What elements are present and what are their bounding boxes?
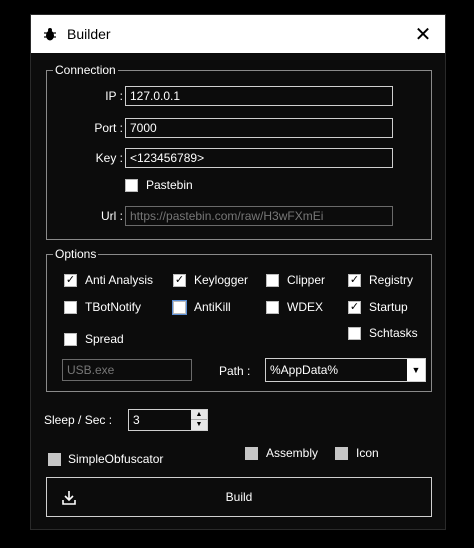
path-dropdown[interactable]: %AppData% ▼ <box>265 358 426 382</box>
chevron-down-icon[interactable]: ▼ <box>407 359 425 381</box>
spread-filename-input[interactable] <box>62 359 192 381</box>
url-label: Url : <box>101 209 123 223</box>
wdex-checkbox[interactable] <box>266 301 279 314</box>
path-label: Path : <box>219 364 251 378</box>
path-dropdown-value: %AppData% <box>270 363 339 377</box>
anti-analysis-checkbox[interactable]: ✓ <box>64 274 77 287</box>
url-input[interactable] <box>125 206 393 226</box>
schtasks-label: Schtasks <box>369 326 418 340</box>
connection-group: Connection IP : Port : Key : Pastebin Ur… <box>46 63 432 240</box>
stepper-buttons: ▲ ▼ <box>191 410 207 430</box>
ip-label: IP : <box>105 89 123 103</box>
assembly-checkbox[interactable] <box>245 447 258 460</box>
bug-icon <box>44 28 56 41</box>
pastebin-label: Pastebin <box>146 178 193 192</box>
options-group: Options ✓ Anti Analysis ✓ Keylogger Clip… <box>46 247 432 392</box>
antikill-label: AntiKill <box>194 300 231 314</box>
keylogger-label: Keylogger <box>194 273 249 287</box>
startup-checkbox[interactable]: ✓ <box>348 301 361 314</box>
stepper-up-icon[interactable]: ▲ <box>191 410 207 420</box>
title-bar: Builder ✕ <box>31 15 445 53</box>
antikill-checkbox[interactable] <box>172 300 187 315</box>
clipper-label: Clipper <box>287 273 326 287</box>
registry-label: Registry <box>369 273 414 287</box>
key-label: Key : <box>95 151 123 165</box>
window-title: Builder <box>67 26 111 42</box>
pastebin-checkbox[interactable] <box>125 179 138 192</box>
ip-input[interactable] <box>125 86 393 106</box>
key-input[interactable] <box>125 148 393 168</box>
port-label: Port : <box>94 121 123 135</box>
simple-obfuscator-checkbox[interactable] <box>48 453 61 466</box>
keylogger-checkbox[interactable]: ✓ <box>173 274 186 287</box>
build-button[interactable]: Build <box>46 477 432 517</box>
icon-label: Icon <box>356 446 379 460</box>
stepper-down-icon[interactable]: ▼ <box>191 420 207 430</box>
sleep-stepper[interactable]: 3 ▲ ▼ <box>128 409 208 431</box>
tbotnotify-checkbox[interactable] <box>64 301 77 314</box>
schtasks-checkbox[interactable] <box>348 327 361 340</box>
simple-obfuscator-label: SimpleObfuscator <box>68 452 164 466</box>
assembly-label: Assembly <box>266 446 319 460</box>
clipper-checkbox[interactable] <box>266 274 279 287</box>
wdex-label: WDEX <box>287 300 323 314</box>
registry-checkbox[interactable]: ✓ <box>348 274 361 287</box>
tbotnotify-label: TBotNotify <box>85 300 142 314</box>
options-group-title: Options <box>53 247 99 261</box>
spread-label: Spread <box>85 332 124 346</box>
close-button[interactable]: ✕ <box>401 15 445 53</box>
connection-group-title: Connection <box>53 63 118 77</box>
build-label: Build <box>225 490 253 504</box>
spread-checkbox[interactable] <box>64 333 77 346</box>
port-input[interactable] <box>125 118 393 138</box>
anti-analysis-label: Anti Analysis <box>85 273 154 287</box>
icon-checkbox[interactable] <box>335 447 348 460</box>
close-icon[interactable]: ✕ <box>415 22 432 47</box>
startup-label: Startup <box>369 300 408 314</box>
sleep-label: Sleep / Sec : <box>44 413 113 427</box>
builder-window: Builder ✕ Connection IP : Port : Key : P… <box>30 14 446 530</box>
sleep-value: 3 <box>133 413 140 427</box>
